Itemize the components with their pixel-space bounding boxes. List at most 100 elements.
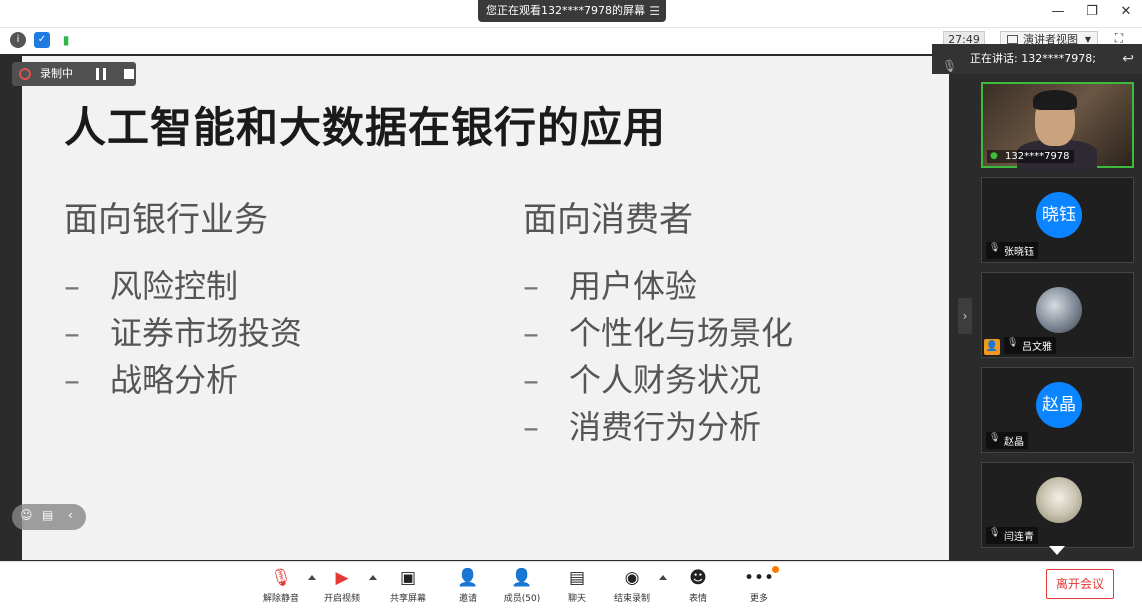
- mic-muted-icon: 🎙: [989, 528, 1001, 538]
- scroll-down-icon[interactable]: [1049, 546, 1065, 555]
- video-hair: [1033, 90, 1077, 110]
- participant-tile[interactable]: ● 132****7978: [981, 82, 1134, 170]
- chat-button[interactable]: ▤ 聊天: [547, 567, 607, 604]
- mic-muted-icon: 🎙: [942, 59, 958, 73]
- start-video-button[interactable]: ▶ 开启视频: [312, 567, 372, 604]
- recording-label: 录制中: [40, 67, 73, 80]
- mic-on-icon: ●: [990, 151, 998, 161]
- unmute-button[interactable]: 🎙 解除静音: [251, 567, 311, 604]
- reactions-label: 表情: [688, 594, 707, 604]
- stop-recording-button[interactable]: ◉ 结束录制: [602, 567, 662, 604]
- more-icon: •••: [743, 568, 775, 588]
- bullet-dash: –: [523, 408, 539, 446]
- slide-right-column: 面向消费者 – 用户体验 – 个性化与场景化 – 个人财务状况 – 消费行为分析: [523, 192, 793, 451]
- slide-left-heading: 面向银行业务: [64, 200, 268, 240]
- avatar: 晓钰: [1036, 192, 1082, 238]
- mic-muted-icon: 🎙: [270, 568, 292, 588]
- more-label: 更多: [749, 594, 768, 604]
- notification-dot: [772, 566, 779, 573]
- members-button[interactable]: 👤 成员(50): [492, 567, 552, 604]
- unmute-label: 解除静音: [262, 594, 299, 604]
- members-label: 成员(50): [503, 594, 541, 604]
- share-screen-icon: ▣: [399, 568, 417, 588]
- active-speaker-bar: 🎙 正在讲话: 132****7978; ↩: [932, 44, 1142, 74]
- menu-icon[interactable]: ☰: [649, 0, 660, 22]
- avatar: [1036, 477, 1082, 523]
- participant-name-text: 132****7978: [1005, 151, 1070, 162]
- participant-tile[interactable]: 👤 🎙 吕文雅: [981, 272, 1134, 358]
- participant-name: 🎙 张晓钰: [986, 242, 1038, 259]
- close-icon[interactable]: ✕: [1118, 4, 1134, 19]
- reply-icon[interactable]: ↩: [1122, 44, 1134, 74]
- bullet-dash: –: [523, 267, 539, 305]
- participant-name: ● 132****7978: [987, 150, 1074, 163]
- participant-name: 🎙 吕文雅: [1004, 337, 1056, 354]
- chat-bubble-icon[interactable]: ▤: [42, 508, 53, 522]
- window-controls: — ❐ ✕: [1050, 4, 1134, 19]
- recording-indicator: 录制中: [12, 62, 136, 86]
- slide-bullet: – 战略分析: [64, 357, 302, 404]
- view-layout-icon: [1007, 35, 1018, 44]
- chevron-left-icon[interactable]: ‹: [68, 508, 73, 522]
- mic-muted-icon: 🎙: [989, 433, 1001, 443]
- members-icon: 👤: [511, 568, 533, 588]
- avatar: 赵晶: [1036, 382, 1082, 428]
- bullet-text: 个性化与场景化: [569, 314, 794, 352]
- leave-meeting-button[interactable]: 离开会议: [1046, 569, 1114, 599]
- avatar: [1036, 287, 1082, 333]
- share-screen-button[interactable]: ▣ 共享屏幕: [378, 567, 438, 604]
- more-button[interactable]: ••• 更多: [729, 567, 789, 604]
- bullet-dash: –: [523, 314, 539, 352]
- slide-left-column: 面向银行业务 – 风险控制 – 证券市场投资 – 战略分析: [64, 192, 302, 404]
- slide-right-heading: 面向消费者: [523, 200, 693, 240]
- start-video-label: 开启视频: [323, 594, 360, 604]
- invite-label: 邀请: [458, 594, 477, 604]
- reactions-button[interactable]: ☻ 表情: [668, 567, 728, 604]
- shield-icon[interactable]: ✓: [34, 32, 50, 48]
- participant-tile[interactable]: 🎙 闫连青: [981, 462, 1134, 548]
- participant-name-text: 赵晶: [1004, 437, 1024, 448]
- user-badge-icon: 👤: [984, 339, 1000, 355]
- viewing-banner[interactable]: 您正在观看132****7978的屏幕 ☰: [478, 0, 666, 22]
- bullet-dash: –: [523, 361, 539, 399]
- participant-name: 🎙 闫连青: [986, 527, 1038, 544]
- slide-bullet: – 消费行为分析: [523, 404, 793, 451]
- pause-recording-icon[interactable]: [96, 68, 106, 80]
- restore-icon[interactable]: ❐: [1084, 4, 1100, 19]
- active-speaker-text: 正在讲话: 132****7978;: [970, 52, 1096, 65]
- bullet-text: 战略分析: [110, 361, 239, 399]
- record-icon: [19, 68, 31, 80]
- minimize-icon[interactable]: —: [1050, 4, 1066, 19]
- slide-bullet: – 证券市场投资: [64, 310, 302, 357]
- participant-name-text: 闫连青: [1004, 532, 1034, 543]
- stop-recording-label: 结束录制: [613, 594, 650, 604]
- video-off-icon: ▶: [335, 568, 349, 588]
- chat-label: 聊天: [567, 594, 586, 604]
- bullet-text: 风险控制: [110, 267, 239, 305]
- slide-bullet: – 个性化与场景化: [523, 310, 793, 357]
- slide-bullet: – 个人财务状况: [523, 357, 793, 404]
- invite-button[interactable]: 👤 邀请: [438, 567, 498, 604]
- video-options-icon[interactable]: [369, 575, 377, 580]
- stop-recording-icon[interactable]: [124, 69, 134, 79]
- info-icon[interactable]: i: [10, 32, 26, 48]
- recording-options-icon[interactable]: [659, 575, 667, 580]
- participant-name-text: 吕文雅: [1022, 342, 1052, 353]
- bullet-text: 消费行为分析: [569, 408, 762, 446]
- slide-bullet: – 用户体验: [523, 263, 793, 310]
- slide-bullet: – 风险控制: [64, 263, 302, 310]
- share-screen-label: 共享屏幕: [389, 594, 426, 604]
- slide-title: 人工智能和大数据在银行的应用: [64, 103, 667, 152]
- smile-icon: ☻: [689, 568, 707, 588]
- title-bar: 您正在观看132****7978的屏幕 ☰ — ❐ ✕: [0, 0, 1142, 28]
- signal-icon[interactable]: ▮: [58, 32, 74, 48]
- bullet-text: 个人财务状况: [569, 361, 762, 399]
- collapse-panel-button[interactable]: ›: [958, 298, 972, 334]
- add-user-icon: 👤: [457, 568, 479, 588]
- participant-tile[interactable]: 赵晶 🎙 赵晶: [981, 367, 1134, 453]
- bullet-dash: –: [64, 267, 80, 305]
- viewing-banner-text: 您正在观看132****7978的屏幕: [486, 4, 645, 17]
- bullet-dash: –: [64, 314, 80, 352]
- emoji-icon[interactable]: ☺: [20, 508, 33, 522]
- participant-tile[interactable]: 晓钰 🎙 张晓钰: [981, 177, 1134, 263]
